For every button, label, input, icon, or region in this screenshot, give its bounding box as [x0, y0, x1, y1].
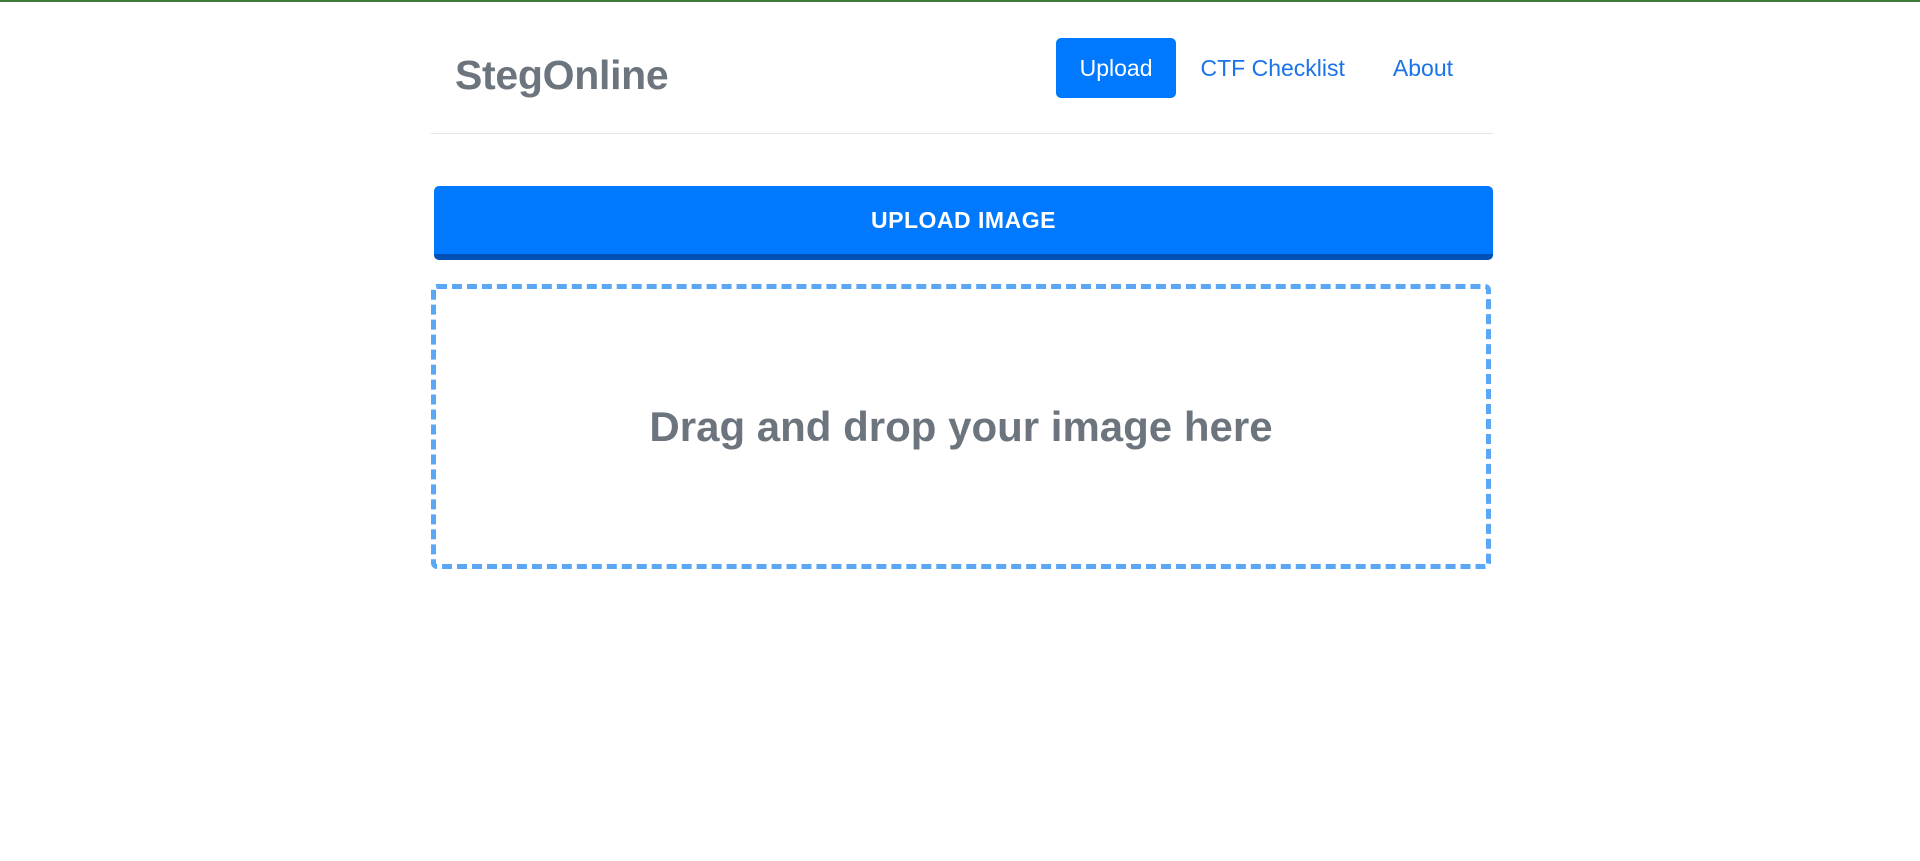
- nav-about-link[interactable]: About: [1369, 38, 1477, 98]
- image-dropzone[interactable]: Drag and drop your image here: [431, 284, 1491, 569]
- site-header: StegOnline Upload CTF Checklist About: [431, 0, 1493, 134]
- nav-upload-link[interactable]: Upload: [1055, 38, 1177, 98]
- page-container: StegOnline Upload CTF Checklist About UP…: [431, 0, 1493, 569]
- upload-image-button[interactable]: UPLOAD IMAGE: [434, 186, 1493, 260]
- nav-ctf-checklist-link[interactable]: CTF Checklist: [1176, 38, 1368, 98]
- dropzone-instruction-text: Drag and drop your image here: [649, 402, 1273, 450]
- brand-logo-text[interactable]: StegOnline: [455, 50, 669, 100]
- main-nav: Upload CTF Checklist About: [1055, 38, 1477, 98]
